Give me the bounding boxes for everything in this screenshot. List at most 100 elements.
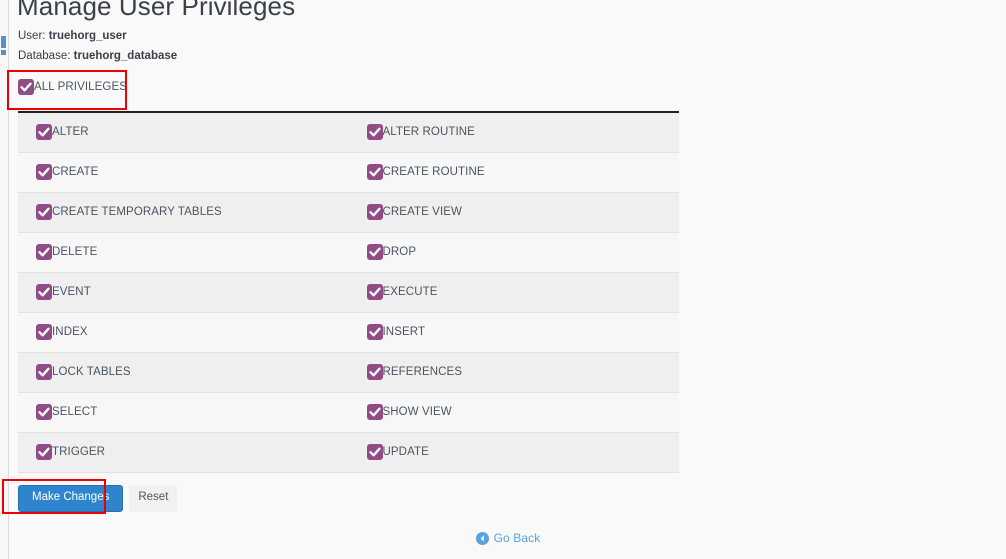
privilege-checkbox[interactable] <box>366 124 383 141</box>
privilege-label: SHOW VIEW <box>382 406 452 418</box>
privilege-label: SELECT <box>52 406 98 418</box>
privilege-label: INDEX <box>52 326 88 338</box>
privilege-item[interactable]: REFERENCES <box>366 364 680 380</box>
sidebar-icon-fragment <box>1 36 6 55</box>
privilege-checkbox[interactable] <box>366 164 383 180</box>
privilege-label: CREATE <box>52 166 99 178</box>
privilege-checkbox[interactable] <box>366 364 383 380</box>
privilege-cell: ALTER ROUTINE <box>349 112 680 152</box>
privileges-table-body: ALTER ALTER ROUTINE CREATE CREATE ROUTINE CR… <box>18 112 679 472</box>
privilege-label: DELETE <box>52 246 98 258</box>
privilege-checkbox[interactable] <box>366 324 383 340</box>
table-row: LOCK TABLES REFERENCES <box>18 352 679 392</box>
database-meta-value: truehorg_database <box>73 50 178 62</box>
user-meta-line: User: truehorg_user <box>18 30 127 42</box>
all-privileges-item[interactable]: ALL PRIVILEGES <box>18 79 127 95</box>
privilege-item[interactable]: EVENT <box>36 284 349 300</box>
privilege-checkbox[interactable] <box>36 124 52 141</box>
privilege-item[interactable]: CREATE <box>36 164 349 180</box>
privilege-checkbox[interactable] <box>366 444 383 460</box>
table-row: CREATE CREATE ROUTINE <box>18 152 679 192</box>
privilege-item[interactable]: ALTER ROUTINE <box>366 124 680 141</box>
privilege-cell: CREATE <box>18 152 349 192</box>
privilege-item[interactable]: UPDATE <box>366 444 680 460</box>
privilege-label: CREATE VIEW <box>382 206 462 218</box>
privilege-label: INSERT <box>382 326 426 338</box>
privilege-item[interactable]: DELETE <box>36 244 349 260</box>
arrow-left-circle-icon <box>475 531 489 545</box>
privilege-cell: EVENT <box>18 272 349 312</box>
privilege-cell: SELECT <box>18 392 349 432</box>
privilege-checkbox[interactable] <box>36 244 52 260</box>
privilege-label: CREATE TEMPORARY TABLES <box>52 206 222 218</box>
page-title: Manage User Privileges <box>17 0 296 21</box>
privilege-item[interactable]: INDEX <box>36 324 349 340</box>
privilege-label: ALTER ROUTINE <box>382 126 475 139</box>
privilege-label: ALTER <box>52 126 89 139</box>
privilege-item[interactable]: EXECUTE <box>366 284 680 300</box>
privilege-checkbox[interactable] <box>36 404 52 420</box>
privilege-label: EXECUTE <box>382 286 438 298</box>
main-content-pane: Manage User Privileges User: truehorg_us… <box>10 0 1006 559</box>
privilege-checkbox[interactable] <box>36 284 52 300</box>
privileges-table: ALTER ALTER ROUTINE CREATE CREATE ROUTINE CR… <box>18 111 679 473</box>
privilege-item[interactable]: CREATE ROUTINE <box>366 164 680 180</box>
privilege-checkbox[interactable] <box>36 324 52 340</box>
privilege-cell: INSERT <box>349 312 680 352</box>
privilege-cell: DELETE <box>18 232 349 272</box>
table-row: ALTER ALTER ROUTINE <box>18 112 679 152</box>
privilege-checkbox[interactable] <box>366 204 383 220</box>
all-privileges-row[interactable]: ALL PRIVILEGES <box>18 76 127 98</box>
privilege-checkbox[interactable] <box>36 364 52 380</box>
table-row: EVENT EXECUTE <box>18 272 679 312</box>
all-privileges-label: ALL PRIVILEGES <box>34 81 128 93</box>
privilege-item[interactable]: LOCK TABLES <box>36 364 349 380</box>
table-row: CREATE TEMPORARY TABLES CREATE VIEW <box>18 192 679 232</box>
user-meta-label: User: <box>18 30 46 42</box>
privilege-cell: TRIGGER <box>18 432 349 472</box>
privilege-cell: SHOW VIEW <box>349 392 680 432</box>
privilege-item[interactable]: INSERT <box>366 324 680 340</box>
go-back-label: Go Back <box>493 531 541 545</box>
privilege-checkbox[interactable] <box>36 444 52 460</box>
privilege-item[interactable]: TRIGGER <box>36 444 349 460</box>
privilege-cell: ALTER <box>18 112 349 152</box>
sidebar-edge-sliver <box>0 0 9 559</box>
privilege-item[interactable]: CREATE TEMPORARY TABLES <box>36 204 349 220</box>
privilege-label: TRIGGER <box>52 446 106 458</box>
go-back-link[interactable]: Go Back <box>10 531 1006 545</box>
privilege-label: EVENT <box>52 286 91 298</box>
privilege-cell: INDEX <box>18 312 349 352</box>
make-changes-button[interactable]: Make Changes <box>18 485 124 512</box>
privilege-cell: CREATE TEMPORARY TABLES <box>18 192 349 232</box>
privilege-checkbox[interactable] <box>366 244 383 260</box>
privilege-label: LOCK TABLES <box>52 366 131 378</box>
reset-button[interactable]: Reset <box>129 485 178 512</box>
privilege-label: UPDATE <box>382 446 429 458</box>
privilege-cell: REFERENCES <box>349 352 680 392</box>
privilege-item[interactable]: ALTER <box>36 124 349 141</box>
privilege-checkbox[interactable] <box>366 284 383 300</box>
privilege-label: REFERENCES <box>382 366 463 378</box>
privilege-checkbox[interactable] <box>366 404 383 420</box>
privilege-checkbox[interactable] <box>36 204 52 220</box>
table-row: INDEX INSERT <box>18 312 679 352</box>
table-row: TRIGGER UPDATE <box>18 432 679 472</box>
privilege-cell: DROP <box>349 232 680 272</box>
privilege-item[interactable]: DROP <box>366 244 680 260</box>
privilege-item[interactable]: SHOW VIEW <box>366 404 680 420</box>
action-bar: Make Changes Reset <box>18 485 178 512</box>
privilege-cell: EXECUTE <box>349 272 680 312</box>
privilege-item[interactable]: SELECT <box>36 404 349 420</box>
privilege-item[interactable]: CREATE VIEW <box>366 204 680 220</box>
all-privileges-checkbox[interactable] <box>18 79 34 95</box>
database-meta-line: Database: truehorg_database <box>18 50 177 62</box>
privilege-cell: CREATE VIEW <box>349 192 680 232</box>
privilege-label: DROP <box>382 246 417 258</box>
privilege-cell: CREATE ROUTINE <box>349 152 680 192</box>
table-row: DELETE DROP <box>18 232 679 272</box>
user-meta-value: truehorg_user <box>48 30 127 42</box>
privilege-checkbox[interactable] <box>36 164 52 180</box>
privilege-cell: LOCK TABLES <box>18 352 349 392</box>
database-meta-label: Database: <box>18 50 71 62</box>
